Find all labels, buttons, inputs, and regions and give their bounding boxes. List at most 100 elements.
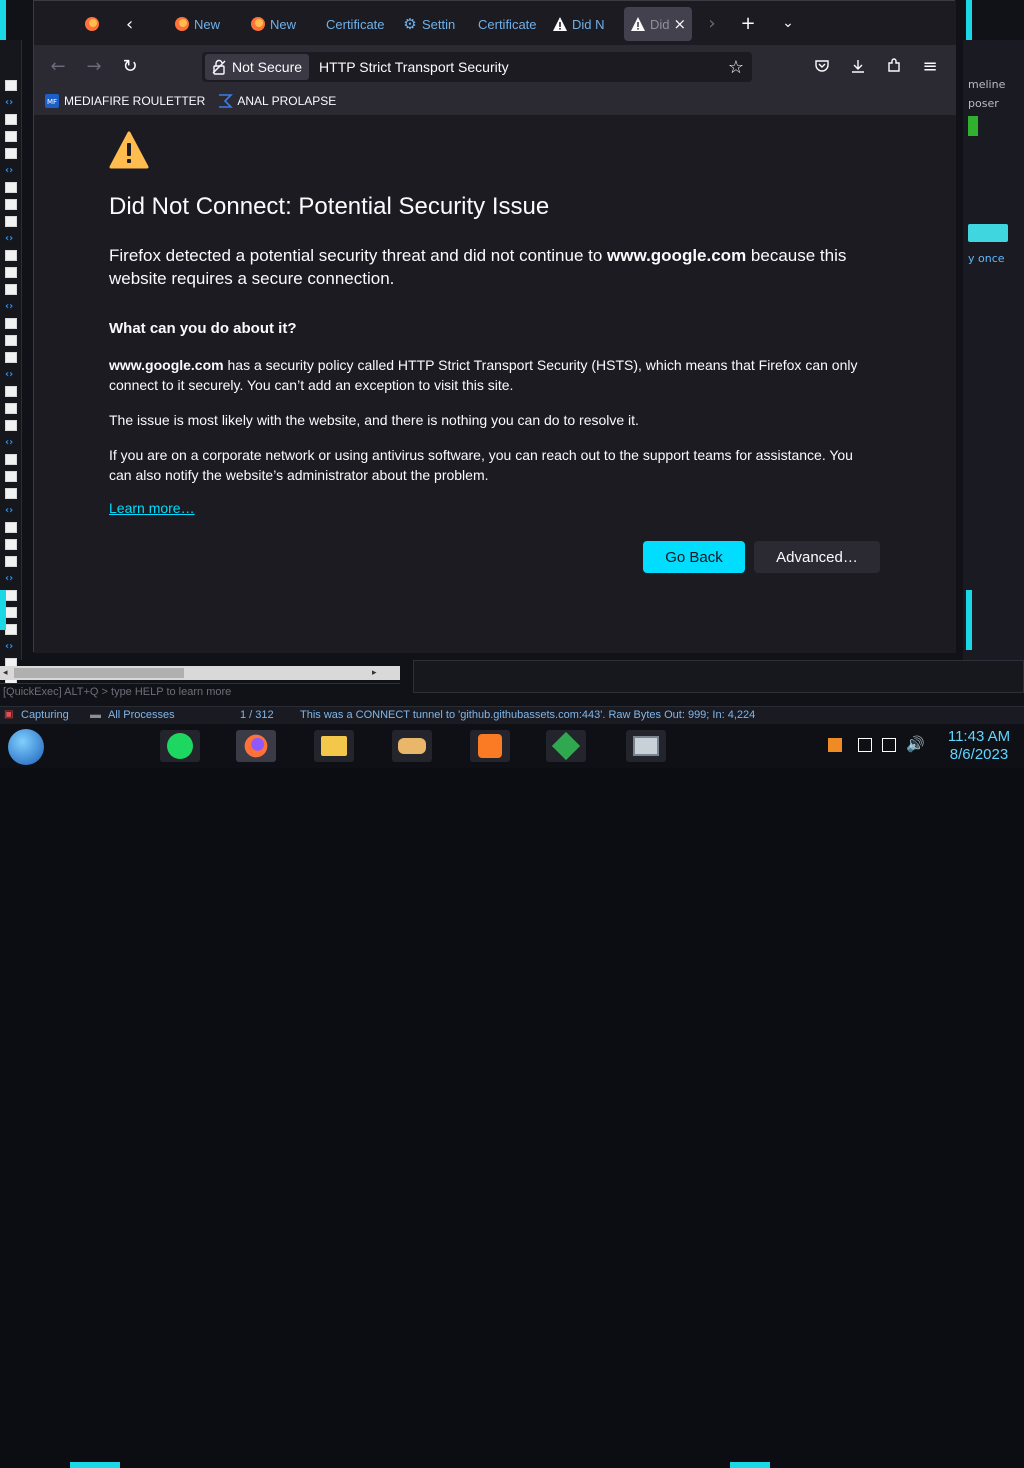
tab-label: Certificate — [478, 16, 537, 32]
tray-app-icon[interactable] — [828, 738, 842, 752]
firefox-icon — [174, 16, 190, 32]
corporate-paragraph: If you are on a corporate network or usi… — [109, 447, 853, 483]
session-doc-icon — [5, 607, 17, 618]
session-arrow-icon: ‹› — [5, 505, 14, 516]
mediafire-icon: MF — [44, 93, 60, 109]
scroll-left-icon[interactable]: ◂ — [3, 667, 8, 678]
advanced-button[interactable]: Advanced… — [754, 541, 880, 573]
page-title: Did Not Connect: Potential Security Issu… — [109, 193, 550, 220]
reload-icon[interactable]: ↻ — [116, 52, 144, 80]
session-arrow-icon: ‹› — [5, 369, 14, 380]
bookmark-sigma[interactable]: ANAL PROLAPSE — [217, 93, 336, 109]
new-tab-plus-icon[interactable]: + — [736, 11, 760, 35]
session-doc-icon — [5, 420, 17, 431]
frame-decoration — [0, 590, 6, 630]
warning-icon — [109, 131, 149, 169]
inspector-panel — [413, 660, 1024, 693]
background-window-text: meline — [968, 78, 1006, 91]
learn-more-link[interactable]: Learn more… — [109, 500, 195, 516]
tab-back-arrow[interactable]: ‹ — [126, 7, 142, 41]
what-can-you-do-heading: What can you do about it? — [109, 320, 297, 337]
session-doc-icon — [5, 148, 17, 159]
session-doc-icon — [5, 590, 17, 601]
tab-settings[interactable]: ⚙ Settin — [402, 7, 464, 41]
session-arrow-icon: ‹› — [5, 97, 14, 108]
list-tabs-chevron-down-icon[interactable]: ⌄ — [776, 11, 800, 35]
bookmark-mediafire[interactable]: MF MEDIAFIRE ROULETTER — [44, 93, 205, 109]
monitor-icon[interactable] — [626, 730, 666, 762]
tab-label: New — [194, 16, 221, 32]
tab-firefox[interactable] — [84, 7, 110, 41]
session-arrow-icon: ‹› — [5, 641, 14, 652]
session-doc-icon — [5, 352, 17, 363]
session-doc-icon — [5, 488, 17, 499]
tab-label: Did N — [572, 16, 605, 32]
quickexec-input[interactable]: [QuickExec] ALT+Q > type HELP to learn m… — [0, 683, 400, 701]
fiddler-icon[interactable] — [546, 730, 586, 762]
bookmark-star-icon[interactable]: ☆ — [728, 57, 744, 78]
extensions-icon[interactable] — [880, 52, 908, 80]
forward-arrow-icon[interactable]: → — [80, 52, 108, 80]
sigma-icon — [217, 93, 234, 109]
tab-certificate-1[interactable]: Certificate — [326, 7, 388, 41]
volume-icon[interactable]: 🔊 — [906, 735, 925, 753]
spotify-icon[interactable] — [160, 730, 200, 762]
session-doc-icon — [5, 318, 17, 329]
back-arrow-icon[interactable]: ← — [44, 52, 72, 80]
session-doc-icon — [5, 539, 17, 550]
clock-date: 8/6/2023 — [949, 746, 1009, 763]
menu-hamburger-icon[interactable]: ≡ — [916, 52, 944, 80]
hsts-domain: www.google.com — [109, 357, 224, 373]
capturing-status[interactable]: Capturing — [21, 709, 69, 721]
hsts-explanation: www.google.com has a security policy cal… — [109, 355, 879, 395]
intro-text-start: Firefox detected a potential security th… — [109, 246, 608, 265]
tab-did-not-connect-1[interactable]: Did N — [552, 7, 614, 41]
left-icon-strip: ‹› ‹› ‹› ‹› ‹› ‹› ‹› ‹› ‹› — [0, 40, 22, 686]
tab-strip: ‹ New New Certificate ⚙ Settin Certifica… — [34, 1, 956, 45]
tab-new-2[interactable]: New — [250, 7, 314, 41]
pocket-icon[interactable] — [808, 52, 836, 80]
session-doc-icon — [5, 335, 17, 346]
chevron-right-icon[interactable]: › — [700, 11, 724, 35]
not-secure-label: Not Secure — [232, 59, 303, 75]
filter-icon: ▬ — [90, 709, 101, 721]
session-arrow-icon: ‹› — [5, 437, 14, 448]
status-bar: ▣ Capturing ▬ All Processes 1 / 312 This… — [0, 706, 1024, 724]
session-arrow-icon: ‹› — [5, 165, 14, 176]
firefox-icon — [250, 16, 266, 32]
frame-decoration — [0, 0, 6, 40]
status-indicator — [968, 116, 978, 136]
file-explorer-icon[interactable] — [314, 730, 354, 762]
background-button[interactable] — [968, 224, 1008, 242]
xampp-icon[interactable] — [470, 730, 510, 762]
session-doc-icon — [5, 250, 17, 261]
scrollbar-thumb[interactable] — [14, 668, 184, 678]
background-window-text: poser — [968, 97, 999, 110]
taskbar: 🔊 — [0, 724, 1024, 1468]
clock[interactable]: 11:43 AM 8/6/2023 — [934, 728, 1024, 764]
go-back-button[interactable]: Go Back — [643, 541, 745, 573]
start-orb-icon[interactable] — [8, 729, 44, 765]
session-doc-icon — [5, 454, 17, 465]
frame-decoration — [966, 0, 972, 40]
session-doc-icon — [5, 182, 17, 193]
url-bar[interactable]: Not Secure HTTP Strict Transport Securit… — [202, 52, 752, 82]
tab-certificate-2[interactable]: Certificate — [478, 7, 540, 41]
session-doc-icon — [5, 624, 17, 635]
frame-decoration — [730, 1462, 770, 1468]
frame-decoration — [966, 590, 972, 650]
tab-did-not-connect-active[interactable]: Did × — [624, 7, 692, 41]
not-secure-indicator[interactable]: Not Secure — [205, 54, 310, 80]
close-tab-icon[interactable]: × — [674, 15, 687, 33]
tab-new-1[interactable]: New — [174, 7, 238, 41]
warning-icon — [630, 16, 646, 32]
scroll-right-icon[interactable]: ▸ — [372, 667, 377, 678]
network-icon[interactable] — [882, 738, 896, 752]
tray-flag-icon[interactable] — [858, 738, 872, 752]
process-filter[interactable]: All Processes — [108, 709, 175, 721]
handshake-icon[interactable] — [392, 730, 432, 762]
firefox-taskbar-icon[interactable] — [236, 730, 276, 762]
capture-icon[interactable]: ▣ — [4, 709, 13, 720]
downloads-icon[interactable] — [844, 52, 872, 80]
horizontal-scrollbar[interactable]: ◂ ▸ — [0, 666, 400, 680]
